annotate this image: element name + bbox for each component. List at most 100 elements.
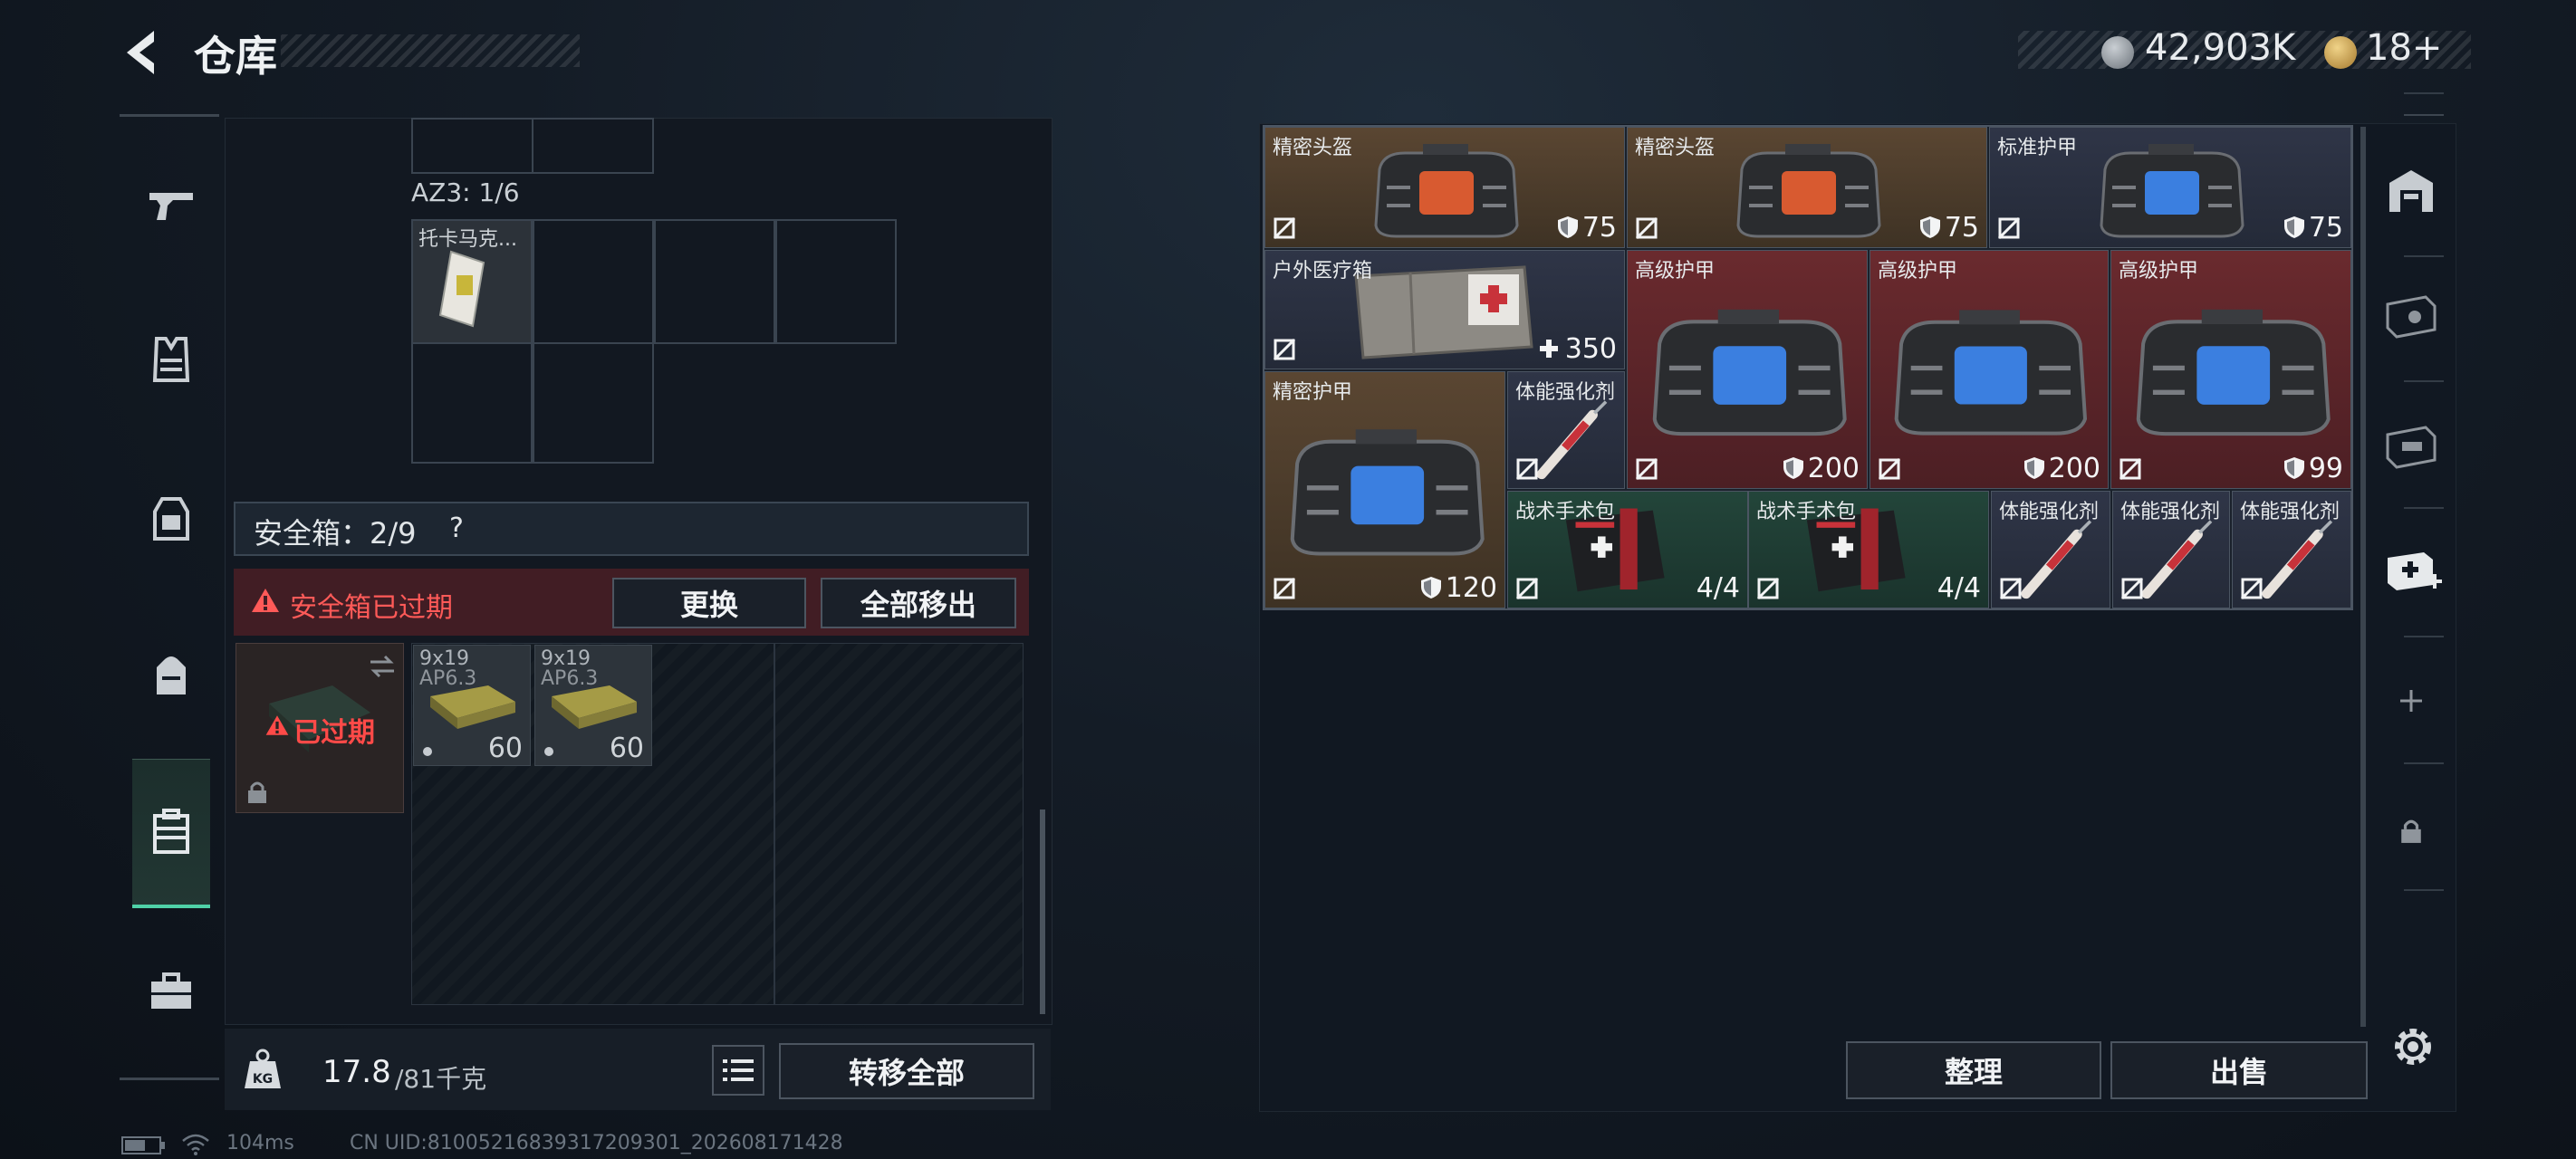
weight-current: 17.8	[322, 1054, 391, 1090]
transfer-all-button[interactable]: 转移全部	[779, 1043, 1034, 1099]
weapon-case-icon[interactable]	[2384, 418, 2438, 473]
item-value: 99	[2283, 453, 2343, 484]
stash-item[interactable]: 体能强化剂	[1507, 371, 1625, 489]
right-scrollbar[interactable]	[2360, 127, 2366, 1027]
wifi-icon	[182, 1134, 209, 1155]
nav-toolbox[interactable]	[132, 942, 210, 1041]
nav-safe-case[interactable]	[132, 759, 210, 908]
item-value-text: 350	[1564, 333, 1617, 365]
item-value: 75	[1557, 212, 1617, 244]
no-trade-icon	[1273, 216, 1296, 240]
no-trade-icon	[1878, 457, 1901, 481]
item-name: 体能强化剂	[2120, 501, 2221, 523]
coin-icon	[2101, 36, 2134, 69]
medical-case-icon[interactable]	[2384, 543, 2444, 598]
remove-all-button[interactable]: 全部移出	[821, 578, 1016, 628]
armor-icon	[1652, 309, 1847, 436]
no-trade-icon	[2240, 577, 2264, 600]
sell-button[interactable]: 出售	[2110, 1041, 2368, 1099]
grid-cell[interactable]	[533, 219, 654, 344]
lock-icon[interactable]	[2398, 817, 2424, 846]
item-name: 战术手术包	[1515, 501, 1616, 523]
settings-gear-icon[interactable]	[2388, 1021, 2438, 1072]
warning-icon	[252, 589, 279, 612]
grid-line	[532, 118, 533, 174]
item-value: 4/4	[1697, 572, 1740, 604]
no-trade-icon	[1515, 577, 1539, 600]
nav-backpack[interactable]	[132, 625, 210, 724]
grid-cell[interactable]	[533, 342, 654, 464]
ammo-count: 60	[609, 733, 644, 764]
rail-divider	[2404, 636, 2444, 637]
ammo-item[interactable]: 9x19 AP6.3 60	[413, 645, 531, 766]
no-trade-icon	[1635, 216, 1658, 240]
sort-button[interactable]: 整理	[1846, 1041, 2101, 1099]
token-icon	[2324, 36, 2357, 69]
stash-item[interactable]: 精密头盔 75	[1264, 127, 1625, 248]
title-decoration	[281, 34, 580, 67]
rail-divider	[2404, 92, 2444, 94]
nav-armor[interactable]	[132, 310, 210, 409]
stash-item[interactable]: 精密护甲 120	[1264, 371, 1505, 608]
item-value-text: 120	[1445, 572, 1497, 604]
rail-divider	[2404, 255, 2444, 257]
shield-icon	[1919, 216, 1940, 238]
item-name: 户外医疗箱	[1273, 260, 1373, 283]
nav-divider	[120, 1078, 219, 1080]
storage-icon[interactable]	[2384, 163, 2438, 217]
replace-button[interactable]: 更换	[612, 578, 806, 628]
item-value: 75	[2283, 212, 2343, 244]
stash-item[interactable]: 高级护甲 99	[2110, 250, 2351, 489]
stash-box-icon[interactable]	[2384, 288, 2438, 342]
item-value-text: 99	[2308, 453, 2343, 484]
lock-icon	[248, 781, 266, 803]
nav-chest-rig[interactable]	[132, 469, 210, 569]
help-button[interactable]: ?	[449, 512, 464, 544]
warning-icon	[265, 715, 289, 735]
currency-amount: 42,903K	[2145, 27, 2296, 69]
plus-icon	[1539, 340, 1558, 358]
stash-item[interactable]: 战术手术包 4/4	[1507, 491, 1748, 608]
stash-item[interactable]: 户外医疗箱 350	[1264, 250, 1625, 369]
tokamak-item-icon	[438, 250, 485, 328]
rail-divider	[2404, 889, 2444, 891]
left-scrollbar[interactable]	[1040, 809, 1045, 1014]
grid-cell[interactable]	[775, 219, 897, 344]
no-trade-icon	[1635, 457, 1658, 481]
ammo-item[interactable]: 9x19 AP6.3 60	[534, 645, 652, 766]
shield-icon	[1420, 577, 1441, 599]
ping: 104ms	[226, 1132, 294, 1154]
grid-cell[interactable]	[411, 342, 533, 464]
weight-max: /81千克	[395, 1064, 487, 1094]
safe-case-icon	[153, 809, 189, 854]
item-value-text: 4/4	[1696, 572, 1740, 604]
item-name: 体能强化剂	[1999, 501, 2100, 523]
item-value-text: 75	[2308, 212, 2343, 244]
nav-weapon[interactable]	[132, 154, 210, 254]
stash-item[interactable]: 战术手术包 4/4	[1748, 491, 1989, 608]
stash-item[interactable]: 体能强化剂	[1991, 491, 2110, 608]
stash-item[interactable]: 体能强化剂	[2112, 491, 2230, 608]
dot-icon	[423, 747, 432, 756]
item-name: 精密头盔	[1273, 137, 1353, 159]
backpack-icon	[157, 656, 186, 694]
container-label: AZ3: 1/6	[411, 177, 520, 207]
grid-cell[interactable]	[654, 219, 775, 344]
dot-icon	[544, 747, 553, 756]
list-view-button[interactable]	[712, 1045, 764, 1096]
rail-divider	[2404, 114, 2444, 116]
stash-item[interactable]: 高级护甲 200	[1627, 250, 1868, 489]
stash-item[interactable]: 标准护甲 75	[1989, 127, 2351, 248]
no-trade-icon	[1997, 216, 2021, 240]
shield-icon	[2283, 216, 2304, 238]
stash-item[interactable]: 精密头盔 75	[1627, 127, 1987, 248]
item-name: 标准护甲	[1997, 137, 2078, 159]
back-arrow-icon[interactable]	[118, 25, 168, 80]
weight-icon: KG	[245, 1049, 281, 1088]
add-icon[interactable]	[2395, 685, 2427, 717]
stash-item[interactable]: 体能强化剂	[2232, 491, 2351, 608]
safe-box-label: 安全箱：2/9	[254, 516, 417, 551]
user-uid: CN UID:810052168393172093​01_20260817142…	[350, 1132, 843, 1154]
item-name: 精密护甲	[1273, 381, 1353, 404]
stash-item[interactable]: 高级护甲 200	[1870, 250, 2109, 489]
